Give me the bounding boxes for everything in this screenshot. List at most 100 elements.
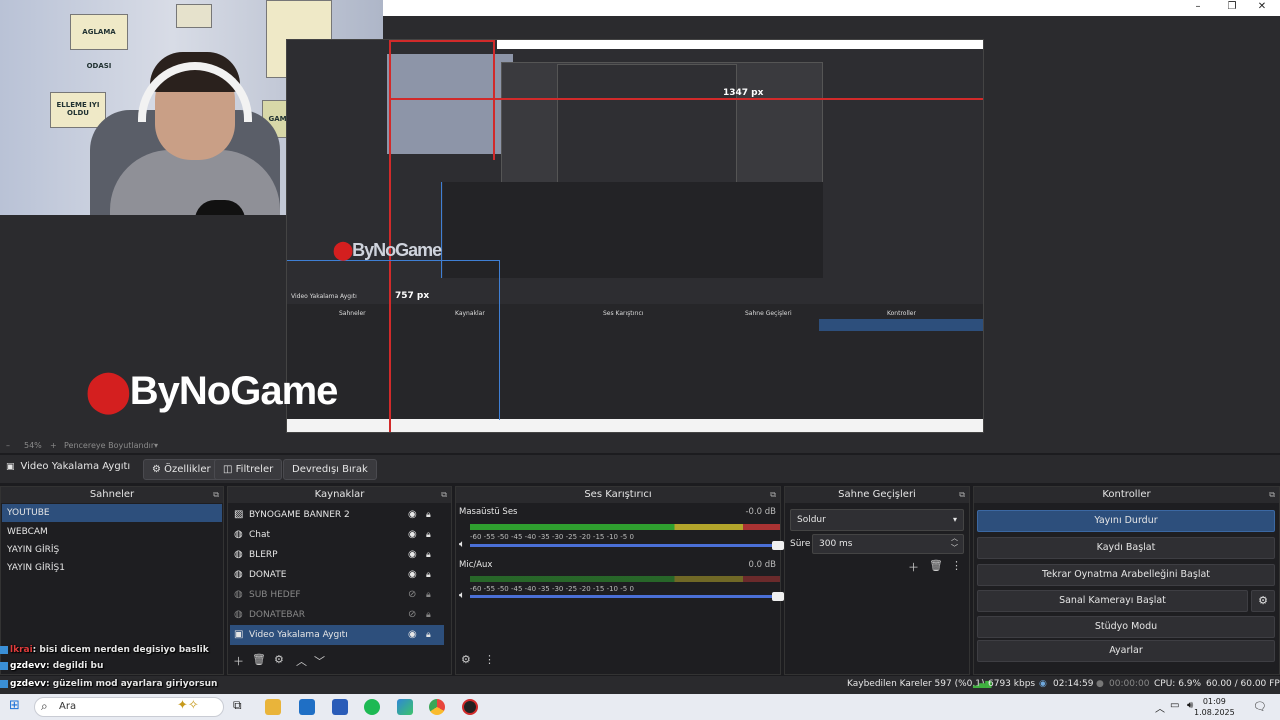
minimize-button[interactable]: – xyxy=(1183,1,1213,12)
lock-icon[interactable]: 🔒︎ xyxy=(426,625,431,645)
source-item[interactable]: ◍ BLERP ◉ 🔒︎ xyxy=(230,545,444,565)
settings-button[interactable]: Ayarlar xyxy=(977,640,1275,662)
source-item[interactable]: ▨ BYNOGAME BANNER 2 ◉ 🔒︎ xyxy=(230,505,444,525)
record-icon: ● xyxy=(1096,679,1104,689)
lock-icon[interactable]: 🔒︎ xyxy=(426,525,431,545)
eye-icon[interactable]: ◉ xyxy=(408,505,417,525)
restore-button[interactable]: ❐ xyxy=(1217,1,1247,12)
transitions-dock: Sahne Geçişleri ⧉ Soldur ▾ Süre 300 ms ︿ ﹀ ＋… xyxy=(784,486,970,675)
search-icon: ⌕ xyxy=(41,699,48,713)
properties-button[interactable]: ⚙ Özellikler xyxy=(143,459,220,480)
more-icon[interactable]: ⋮ xyxy=(484,653,495,666)
studio-mode-button[interactable]: Stüdyo Modu xyxy=(977,616,1275,638)
network-icon[interactable]: ▭ xyxy=(1170,700,1179,711)
popout-icon[interactable]: ⧉ xyxy=(770,487,776,503)
duration-input[interactable]: 300 ms ︿ ﹀ xyxy=(812,534,964,554)
taskbar-clock[interactable]: 01:09 1.08.2025 xyxy=(1194,696,1235,718)
speaker-icon[interactable]: 🔈︎ xyxy=(459,590,465,601)
audio-mixer-dock: Ses Karıştırıcı ⧉ Masaüstü Ses -0.0 dB -6… xyxy=(455,486,784,675)
window-titlebar: – ❐ ✕ xyxy=(383,0,1280,16)
popout-icon[interactable]: ⧉ xyxy=(959,487,965,503)
taskbar-search[interactable]: ⌕ Ara ✦✧ xyxy=(34,697,224,717)
store-icon[interactable] xyxy=(332,699,348,715)
transition-select[interactable]: Soldur ▾ xyxy=(790,509,964,531)
source-item[interactable]: ◍ DONATE ◉ 🔒︎ xyxy=(230,565,444,585)
chat-message: gzdevv: güzelim mod ayarlara giriyorsun xyxy=(0,679,217,689)
source-item[interactable]: ▣ Video Yakalama Aygıtı ◉ 🔒︎ xyxy=(230,625,444,645)
popout-icon[interactable]: ⧉ xyxy=(1269,487,1275,503)
duration-label: Süre xyxy=(790,539,811,549)
scene-item-yayin-giris1[interactable]: YAYIN GİRİŞ1 xyxy=(2,559,222,577)
lock-icon[interactable]: 🔒︎ xyxy=(426,505,431,525)
browser-icon: ◍ xyxy=(234,609,243,620)
close-button[interactable]: ✕ xyxy=(1247,1,1277,12)
mixer-header: Ses Karıştırıcı ⧉ xyxy=(456,487,780,503)
obs-icon[interactable] xyxy=(462,699,478,715)
start-virtual-camera-button[interactable]: Sanal Kamerayı Başlat xyxy=(977,590,1248,612)
eye-hidden-icon[interactable]: ⊘ xyxy=(408,605,416,625)
add-transition-icon[interactable]: ＋ xyxy=(908,559,919,575)
lock-icon[interactable]: 🔒︎ xyxy=(426,565,431,585)
tray-chevron-icon[interactable]: ︿ xyxy=(1155,700,1165,715)
nested-obs-preview: Video Yakalama Aygıtı Sahneler Kaynaklar… xyxy=(286,39,984,433)
trash-icon[interactable]: 🗑︎ xyxy=(929,559,943,572)
stream-icon: ◉ xyxy=(1039,679,1047,689)
advanced-audio-icon[interactable]: ⚙ xyxy=(461,653,471,666)
speaker-icon[interactable]: 🔈︎ xyxy=(459,539,465,550)
zoom-mode[interactable]: Pencereye Boyutlandır xyxy=(64,441,154,450)
dropped-frames: Kaybedilen Kareler 597 (%0.1) xyxy=(847,679,985,689)
zoom-dropdown-icon[interactable]: ▾ xyxy=(154,441,158,450)
eye-icon[interactable]: ◉ xyxy=(408,625,417,645)
deactivate-button[interactable]: Devredışı Bırak xyxy=(283,459,377,480)
chevron-down-icon: ▾ xyxy=(952,515,957,524)
start-replay-buffer-button[interactable]: Tekrar Oynatma Arabelleğini Başlat xyxy=(977,564,1275,586)
volume-icon[interactable]: 🔊︎ xyxy=(1187,700,1193,711)
filters-button[interactable]: ◫ Filtreler xyxy=(214,459,283,480)
source-item[interactable]: ◍ Chat ◉ 🔒︎ xyxy=(230,525,444,545)
task-view-icon[interactable]: ⧉ xyxy=(233,698,242,713)
notifications-icon[interactable]: 🗨︎ xyxy=(1253,700,1267,713)
source-toolbar: ▣ Video Yakalama Aygıtı ⚙ Özellikler ◫ Fi… xyxy=(0,455,1280,483)
lock-icon[interactable]: 🔒︎ xyxy=(426,585,431,605)
edge-icon[interactable] xyxy=(397,699,413,715)
volume-slider[interactable] xyxy=(470,592,784,601)
popout-icon[interactable]: ⧉ xyxy=(213,487,219,503)
poster xyxy=(176,4,212,28)
chrome-icon[interactable] xyxy=(429,699,445,715)
scene-item-webcam[interactable]: WEBCAM xyxy=(2,523,222,541)
lock-icon[interactable]: 🔒︎ xyxy=(426,545,431,565)
source-item[interactable]: ◍ DONATEBAR ⊘ 🔒︎ xyxy=(230,605,444,625)
eye-icon[interactable]: ◉ xyxy=(408,545,417,565)
transitions-header: Sahne Geçişleri ⧉ xyxy=(785,487,969,503)
virtual-camera-settings-icon[interactable]: ⚙ xyxy=(1251,590,1275,612)
filter-icon: ◫ xyxy=(223,464,233,475)
zoom-in-button[interactable]: + xyxy=(50,441,57,450)
file-explorer-icon[interactable] xyxy=(265,699,281,715)
scene-item-yayin-giris[interactable]: YAYIN GİRİŞ xyxy=(2,541,222,559)
browser-icon: ◍ xyxy=(234,549,243,560)
eye-icon[interactable]: ◉ xyxy=(408,525,417,545)
spotify-icon[interactable] xyxy=(364,699,380,715)
start-icon[interactable]: ⊞ xyxy=(9,698,20,713)
scene-item-youtube[interactable]: YOUTUBE xyxy=(2,504,222,522)
start-recording-button[interactable]: Kaydı Başlat xyxy=(977,537,1275,559)
popout-icon[interactable]: ⧉ xyxy=(441,487,447,503)
spinner-icon[interactable]: ︿ ﹀ xyxy=(951,533,958,553)
zoom-out-button[interactable]: – xyxy=(6,441,10,450)
channel-name: Mic/Aux xyxy=(459,560,493,570)
bynogame-logo-small: ⬤ByNoGame xyxy=(333,240,442,260)
meter-ticks: -60 -55 -50 -45 -40 -35 -30 -25 -20 -15 … xyxy=(470,533,634,541)
stop-streaming-button[interactable]: Yayını Durdur xyxy=(977,510,1275,532)
poster: AGLAMA ODASI xyxy=(70,14,128,70)
sparkle-icon: ✦✧ xyxy=(177,698,199,713)
volume-slider[interactable] xyxy=(470,541,784,550)
eye-hidden-icon[interactable]: ⊘ xyxy=(408,585,416,605)
bynogame-logo: ⬤ByNoGame xyxy=(86,369,338,413)
eye-icon[interactable]: ◉ xyxy=(408,565,417,585)
camera-icon: ▣ xyxy=(234,629,244,640)
lock-icon[interactable]: 🔒︎ xyxy=(426,605,431,625)
outlook-icon[interactable] xyxy=(299,699,315,715)
more-icon[interactable]: ⋮ xyxy=(951,559,962,572)
fps: 60.00 / 60.00 FPS xyxy=(1206,679,1280,689)
source-item[interactable]: ◍ SUB HEDEF ⊘ 🔒︎ xyxy=(230,585,444,605)
